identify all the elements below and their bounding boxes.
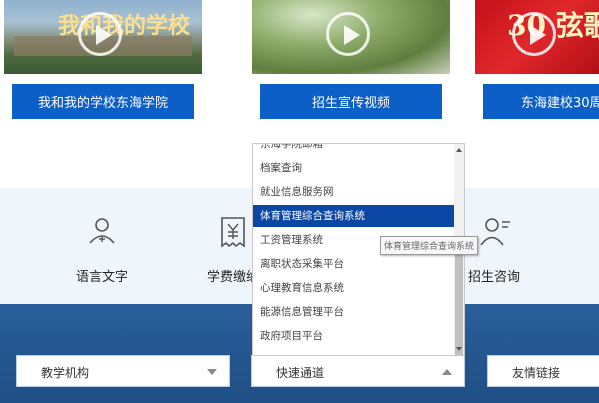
chevron-down-icon [207,369,217,375]
service-label-admissions[interactable]: 招生咨询 [468,266,520,285]
video-button-admissions[interactable]: 招生宣传视频 [260,84,442,119]
dropdown-option[interactable]: 工资管理系统 [260,229,323,251]
dropdown-option[interactable]: 东海学院邮箱 [260,144,323,155]
dropdown-option[interactable]: 政府项目平台 [260,325,323,347]
chevron-up-icon [442,369,452,375]
play-icon[interactable] [512,12,556,56]
scroll-up-icon[interactable] [456,148,462,152]
select-teaching-units[interactable]: 教学机构 [16,355,230,387]
video-thumbnail-anniversary[interactable]: 30 弦歌不辍 [475,0,599,74]
service-label-language[interactable]: 语言文字 [76,266,128,285]
dropdown-option[interactable]: 能源信息管理平台 [260,301,344,323]
select-label: 友情链接 [512,366,561,380]
tooltip: 体育管理综合查询系统 [380,236,479,255]
select-label: 教学机构 [41,366,90,380]
scroll-down-icon[interactable] [456,347,462,351]
play-icon[interactable] [326,12,370,56]
video-button-school[interactable]: 我和我的学校东海学院 [12,84,194,119]
dropdown-option[interactable]: 档案查询 [260,157,302,179]
dropdown-option[interactable]: 就业信息服务网 [260,181,334,203]
person-speech-icon[interactable] [85,215,119,249]
yuan-document-icon[interactable] [218,215,248,249]
dropdown-option[interactable]: 心理教育信息系统 [260,277,344,299]
video-thumbnail-admissions[interactable] [252,0,450,74]
select-quick-access[interactable]: 快速通道 [251,355,465,387]
dropdown-option[interactable]: 离职状态采集平台 [260,253,344,275]
video-button-anniversary[interactable]: 东海建校30周年 [483,84,599,119]
scroll-thumb[interactable] [455,246,463,355]
dropdown-option-selected[interactable]: 体育管理综合查询系统 [253,205,454,227]
select-friendly-links[interactable]: 友情链接 [487,355,599,387]
select-label: 快速通道 [276,366,325,380]
person-consult-icon[interactable] [478,215,512,249]
play-icon[interactable] [78,12,122,56]
video-thumbnail-school[interactable]: 我和我的学校 [4,0,202,74]
